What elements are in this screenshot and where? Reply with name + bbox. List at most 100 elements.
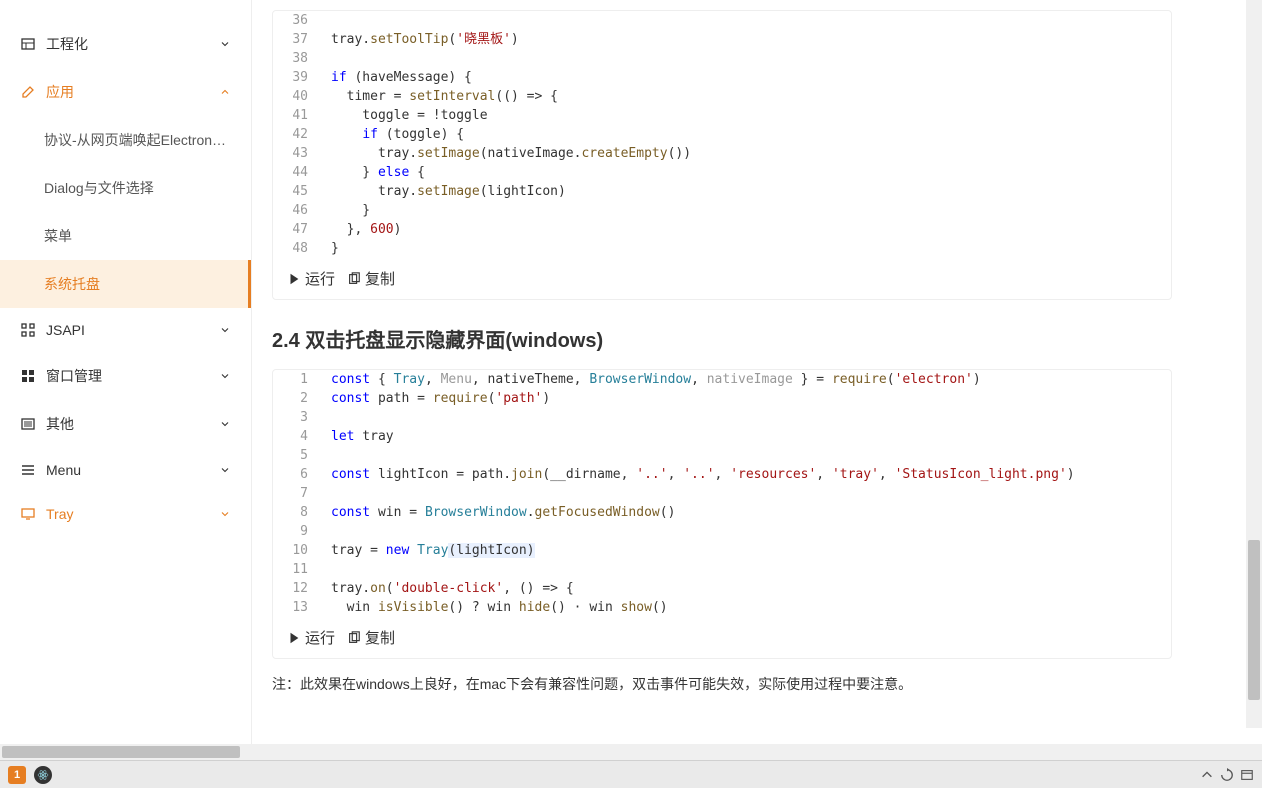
code-line: 10tray = new Tray(lightIcon) xyxy=(273,541,1171,560)
line-number: 39 xyxy=(273,68,323,87)
refresh-icon[interactable] xyxy=(1220,768,1234,782)
edit-icon xyxy=(20,84,36,100)
line-number: 13 xyxy=(273,598,323,617)
code-line: 37tray.setToolTip('晓黑板') xyxy=(273,30,1171,49)
sidebar-item-desktop[interactable]: Tray xyxy=(0,492,251,536)
line-number: 38 xyxy=(273,49,323,68)
line-number: 37 xyxy=(273,30,323,49)
sidebar-item-label: 应用 xyxy=(46,82,74,102)
sidebar-item-label: JSAPI xyxy=(46,322,85,338)
code-line: 4let tray xyxy=(273,427,1171,446)
chevron-down-icon xyxy=(219,418,231,430)
sidebar-subitem[interactable]: 系统托盘 xyxy=(0,260,251,308)
line-number: 8 xyxy=(273,503,323,522)
code-line: 11 xyxy=(273,560,1171,579)
chevron-up-icon xyxy=(219,86,231,98)
code-text xyxy=(323,522,331,541)
copy-button[interactable]: 复制 xyxy=(347,268,395,289)
electron-icon[interactable] xyxy=(34,766,52,784)
line-number: 5 xyxy=(273,446,323,465)
code-line: 44 } else { xyxy=(273,163,1171,182)
line-number: 46 xyxy=(273,201,323,220)
code-line: 3 xyxy=(273,408,1171,427)
sidebar-subitem[interactable]: 菜单 xyxy=(0,212,251,260)
code-line: 40 timer = setInterval(() => { xyxy=(273,87,1171,106)
line-number: 10 xyxy=(273,541,323,560)
code-text: tray.setImage(nativeImage.createEmpty()) xyxy=(323,144,691,163)
code-line: 42 if (toggle) { xyxy=(273,125,1171,144)
code-line: 9 xyxy=(273,522,1171,541)
badge-count[interactable]: 1 xyxy=(8,766,26,784)
line-number: 45 xyxy=(273,182,323,201)
run-label: 运行 xyxy=(305,627,335,648)
code-text: win isVisible() ? win hide() · win show(… xyxy=(323,598,668,617)
vertical-scrollbar[interactable] xyxy=(1246,0,1262,728)
line-number: 43 xyxy=(273,144,323,163)
code-text xyxy=(323,484,331,503)
horizontal-scrollbar[interactable] xyxy=(0,744,1262,760)
copy-button[interactable]: 复制 xyxy=(347,627,395,648)
chevron-up-icon[interactable] xyxy=(1200,768,1214,782)
windows-icon xyxy=(20,368,36,384)
sidebar-item-label: 其他 xyxy=(46,414,74,434)
code-text xyxy=(323,560,331,579)
code-text: }, 600) xyxy=(323,220,401,239)
sidebar-item-grid[interactable]: JSAPI xyxy=(0,308,251,352)
sidebar-item-label: Menu xyxy=(46,462,81,478)
code-text: tray.setImage(lightIcon) xyxy=(323,182,566,201)
sidebar-item-label: 工程化 xyxy=(46,34,88,54)
sidebar-item-list[interactable]: 其他 xyxy=(0,400,251,448)
code-text: const win = BrowserWindow.getFocusedWind… xyxy=(323,503,675,522)
sidebar-item-menu[interactable]: Menu xyxy=(0,448,251,492)
bottom-bar: 1 xyxy=(0,760,1262,788)
code-line: 38 xyxy=(273,49,1171,68)
app-root: 工程化应用协议-从网页端唤起Electron应...Dialog与文件选择菜单系… xyxy=(0,0,1262,758)
sidebar-subitem[interactable]: Dialog与文件选择 xyxy=(0,164,251,212)
sidebar-item-edit[interactable]: 应用 xyxy=(0,68,251,116)
grid-icon xyxy=(20,322,36,338)
line-number: 36 xyxy=(273,11,323,30)
line-number: 47 xyxy=(273,220,323,239)
copy-icon xyxy=(347,272,361,286)
window-icon[interactable] xyxy=(1240,768,1254,782)
code-text: } xyxy=(323,239,339,258)
sidebar-subitem[interactable]: 协议-从网页端唤起Electron应... xyxy=(0,116,251,164)
code-text xyxy=(323,11,331,30)
code-line: 41 toggle = !toggle xyxy=(273,106,1171,125)
play-icon xyxy=(287,631,301,645)
chevron-down-icon xyxy=(219,508,231,520)
sidebar-item-engineering[interactable]: 工程化 xyxy=(0,20,251,68)
scrollbar-thumb[interactable] xyxy=(1248,540,1260,700)
code-text: tray = new Tray(lightIcon) xyxy=(323,541,535,560)
line-number: 3 xyxy=(273,408,323,427)
section-heading: 2.4 双击托盘显示隐藏界面(windows) xyxy=(272,324,1262,353)
code-line: 8const win = BrowserWindow.getFocusedWin… xyxy=(273,503,1171,522)
code-line: 46 } xyxy=(273,201,1171,220)
code-line: 45 tray.setImage(lightIcon) xyxy=(273,182,1171,201)
copy-label: 复制 xyxy=(365,627,395,648)
code-line: 6const lightIcon = path.join(__dirname, … xyxy=(273,465,1171,484)
line-number: 4 xyxy=(273,427,323,446)
line-number: 12 xyxy=(273,579,323,598)
line-number: 41 xyxy=(273,106,323,125)
sidebar-item-windows[interactable]: 窗口管理 xyxy=(0,352,251,400)
code-text: const path = require('path') xyxy=(323,389,550,408)
desktop-icon xyxy=(20,506,36,522)
line-number: 7 xyxy=(273,484,323,503)
line-number: 44 xyxy=(273,163,323,182)
run-button[interactable]: 运行 xyxy=(287,627,335,648)
chevron-down-icon xyxy=(219,370,231,382)
line-number: 9 xyxy=(273,522,323,541)
line-number: 40 xyxy=(273,87,323,106)
code-text: } else { xyxy=(323,163,425,182)
code-line: 1const { Tray, Menu, nativeTheme, Browse… xyxy=(273,370,1171,389)
code-line: 2const path = require('path') xyxy=(273,389,1171,408)
code-text: } xyxy=(323,201,370,220)
code-text: if (haveMessage) { xyxy=(323,68,472,87)
code-text: tray.setToolTip('晓黑板') xyxy=(323,30,519,49)
scrollbar-thumb[interactable] xyxy=(2,746,240,758)
main-content[interactable]: 3637tray.setToolTip('晓黑板')3839if (haveMe… xyxy=(252,0,1262,758)
sidebar-item-label: 窗口管理 xyxy=(46,366,102,386)
code-line: 39if (haveMessage) { xyxy=(273,68,1171,87)
run-button[interactable]: 运行 xyxy=(287,268,335,289)
